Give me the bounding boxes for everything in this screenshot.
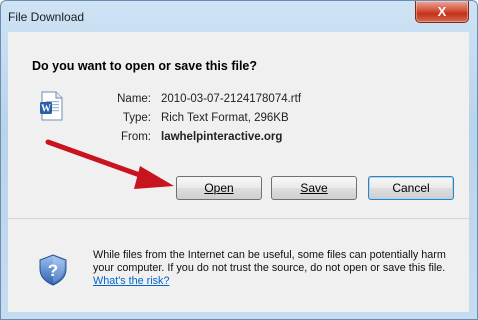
dialog-question: Do you want to open or save this file?: [32, 59, 258, 73]
name-label: Name:: [117, 93, 151, 105]
security-warning: While files from the Internet can be use…: [93, 249, 465, 288]
svg-text:?: ?: [48, 261, 58, 280]
cancel-button[interactable]: Cancel: [368, 176, 454, 200]
save-button[interactable]: Save: [271, 176, 357, 200]
open-button[interactable]: Open: [176, 176, 262, 200]
divider: [8, 218, 469, 219]
file-download-dialog: File Download X Do you want to open or s…: [0, 0, 478, 320]
word-document-icon: W: [40, 91, 63, 121]
window-title: File Download: [8, 10, 85, 24]
security-shield-question-icon: ?: [39, 254, 67, 286]
whats-the-risk-link[interactable]: What's the risk?: [93, 275, 169, 287]
from-value: lawhelpinteractive.org: [161, 131, 283, 143]
warning-text: While files from the Internet can be use…: [93, 249, 446, 274]
name-value: 2010-03-07-2124178074.rtf: [161, 93, 302, 105]
cancel-button-label: Cancel: [392, 181, 430, 195]
save-button-label: Save: [300, 181, 328, 195]
svg-text:W: W: [41, 104, 51, 115]
type-value: Rich Text Format, 296KB: [161, 112, 289, 124]
from-label: From:: [120, 131, 151, 143]
close-icon: X: [437, 4, 447, 19]
close-button[interactable]: X: [415, 1, 469, 23]
open-button-label: Open: [204, 181, 234, 195]
type-label: Type:: [122, 112, 151, 124]
title-bar[interactable]: File Download X: [1, 1, 477, 32]
